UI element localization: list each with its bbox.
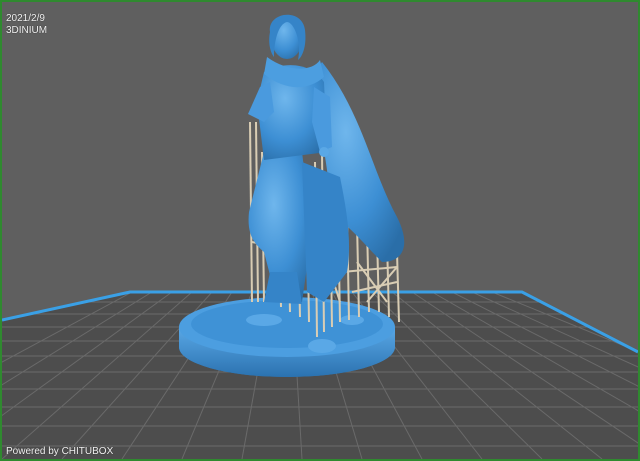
scene-canvas[interactable] [2, 2, 638, 459]
chitubox-3d-viewport[interactable]: 2021/2/9 3DINIUM Powered by CHITUBOX [0, 0, 640, 461]
figure-boot [264, 272, 302, 304]
miniature-base[interactable] [179, 297, 395, 377]
brand-label: 3DINIUM [6, 25, 48, 36]
date-label: 2021/2/9 [6, 13, 45, 24]
sword-hilt [319, 147, 329, 157]
powered-by-label: Powered by CHITUBOX [6, 446, 114, 457]
